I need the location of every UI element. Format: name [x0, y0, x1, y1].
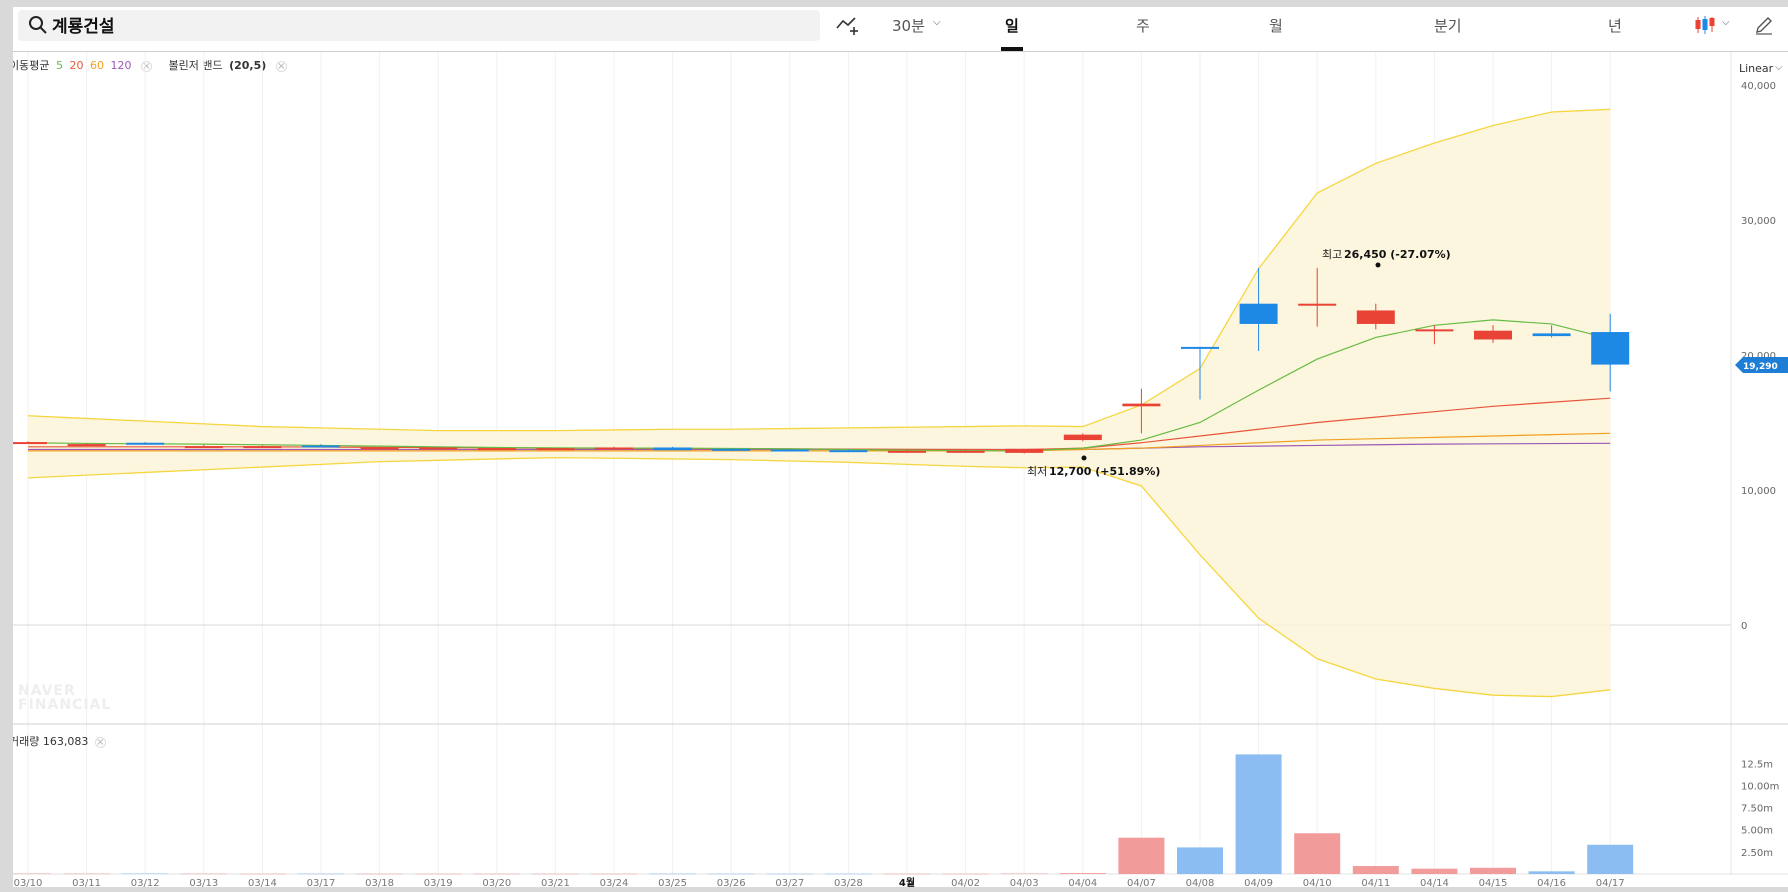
window-frame-bottom — [0, 887, 1788, 892]
candle-body — [477, 448, 516, 451]
volume-bar — [708, 873, 755, 875]
volume-bar — [1001, 873, 1048, 875]
volume-bar — [1294, 833, 1341, 874]
volume-bar — [239, 873, 286, 875]
volume-bar — [1352, 866, 1399, 874]
candle-body — [1474, 330, 1512, 340]
candle-body — [1122, 403, 1161, 407]
volume-tick-label: 2.50m — [1741, 848, 1773, 859]
candle-body — [67, 444, 106, 447]
candle-body — [419, 447, 458, 450]
volume-tick-label: 7.50m — [1741, 804, 1773, 815]
candle-body — [1356, 310, 1395, 324]
candle-body — [302, 445, 340, 448]
candle-body — [1239, 303, 1278, 324]
window-frame-top — [0, 0, 1788, 7]
volume-bar — [1118, 837, 1165, 874]
volume-bar — [122, 873, 169, 875]
volume-tick-label: 10.00m — [1741, 781, 1779, 792]
volume-bar — [415, 873, 462, 875]
naver-financial-watermark: NAVER FINANCIAL — [18, 684, 111, 712]
volume-bar — [1411, 868, 1458, 874]
candle-body — [1415, 329, 1454, 332]
volume-bar — [63, 873, 110, 875]
volume-value: 거래량 163,083 — [9, 735, 89, 748]
volume-bar — [1235, 754, 1282, 874]
candle-body — [946, 450, 985, 453]
volume-label: 거래량 163,083 × — [9, 733, 106, 749]
volume-bar — [1587, 844, 1634, 874]
price-tick-label: 10,000 — [1741, 486, 1776, 497]
high-prefix: 최고 — [1322, 248, 1342, 261]
volume-bar — [942, 873, 989, 875]
bollinger-band-fill — [28, 109, 1611, 697]
volume-bar — [766, 873, 813, 875]
candle-body — [770, 449, 809, 452]
candle-body — [653, 447, 692, 451]
remove-volume-icon[interactable]: × — [94, 737, 106, 748]
candle-body — [243, 446, 282, 449]
current-price-label: 19,290 — [1743, 362, 1778, 372]
candle-body — [536, 448, 575, 451]
volume-bar — [180, 873, 227, 875]
price-tick-label: 40,000 — [1741, 81, 1776, 92]
volume-tick-label: 5.00m — [1741, 826, 1773, 837]
low-prefix: 최저 — [1027, 465, 1047, 478]
candle-body — [1005, 448, 1044, 453]
volume-bar — [825, 873, 872, 875]
volume-bar — [649, 873, 696, 875]
low-annotation: 12,700 (+51.89%) — [1049, 465, 1160, 478]
candle-body — [126, 442, 165, 445]
candle-body — [712, 448, 751, 451]
volume-bar — [591, 873, 637, 875]
window-frame-left — [0, 0, 13, 892]
candle-body — [360, 447, 399, 450]
candle-body — [1591, 332, 1630, 365]
volume-bar — [532, 873, 579, 875]
low-marker — [1081, 455, 1087, 461]
high-annotation: 26,450 (-27.07%) — [1344, 248, 1451, 261]
watermark-line2: FINANCIAL — [18, 697, 112, 713]
candle-body — [9, 442, 47, 445]
volume-bar — [473, 873, 520, 875]
high-marker — [1375, 262, 1381, 268]
volume-bar — [1470, 867, 1516, 874]
volume-bar — [884, 873, 930, 875]
price-chart[interactable]: 40,00030,00020,00010,000012.5m10.00m7.50… — [0, 0, 1788, 892]
candle-body — [595, 447, 633, 450]
volume-bar — [1528, 871, 1575, 874]
candle-body — [1298, 303, 1337, 306]
price-tick-label: 0 — [1741, 621, 1747, 632]
volume-bar — [1177, 847, 1223, 874]
volume-bar — [356, 873, 403, 875]
price-tick-label: 30,000 — [1741, 216, 1776, 227]
candle-body — [1181, 346, 1219, 349]
watermark-line1: NAVER — [18, 683, 76, 699]
stock-chart-app: 계룡건설 30분 ⌵ 일 주 월 분기 년 ⌵ 이동평균 5 20 60 120… — [0, 0, 1788, 892]
volume-bar — [1059, 873, 1106, 874]
candle-body — [888, 450, 926, 453]
volume-bar — [298, 873, 344, 875]
volume-tick-label: 12.5m — [1741, 759, 1773, 770]
candle-body — [184, 446, 223, 449]
candle-body — [1532, 333, 1571, 337]
candle-body — [1063, 434, 1102, 441]
candle-body — [829, 450, 868, 453]
